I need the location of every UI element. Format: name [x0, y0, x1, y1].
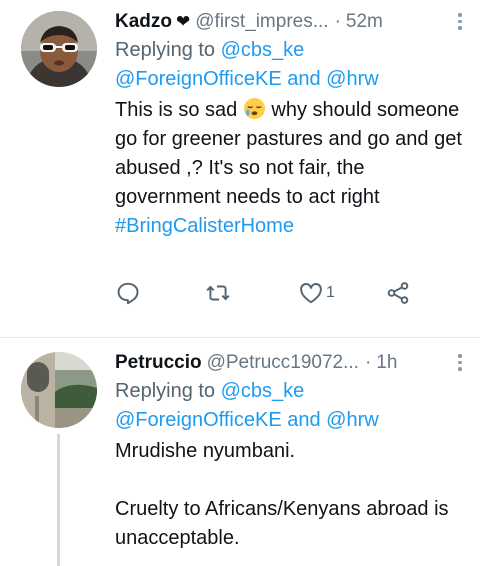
display-name[interactable]: Petruccio: [115, 352, 202, 374]
tweet-kadzo[interactable]: Kadzo ❤ @first_impres... · 52m Replying …: [0, 0, 480, 340]
mention-link[interactable]: @cbs_ke: [221, 39, 305, 61]
tweet-petruccio[interactable]: Petruccio @Petrucc19072... · 1h Replying…: [0, 338, 480, 566]
mention-link[interactable]: @ForeignOfficeKE: [115, 409, 282, 431]
reply-button[interactable]: [115, 280, 141, 306]
mention-link[interactable]: @hrw: [326, 409, 379, 431]
avatar[interactable]: [21, 11, 97, 87]
replying-to: Replying to @cbs_ke @ForeignOfficeKE and…: [115, 36, 468, 94]
black-heart-icon: ❤: [176, 12, 191, 31]
like-count: 1: [326, 284, 335, 301]
retweet-icon: [206, 285, 230, 301]
tweet-header: Kadzo ❤ @first_impres... · 52m: [115, 8, 468, 36]
mention-link[interactable]: @ForeignOfficeKE: [115, 68, 282, 90]
share-button[interactable]: [385, 280, 411, 306]
tweet-body: Petruccio @Petrucc19072... · 1h Replying…: [115, 349, 468, 553]
timestamp[interactable]: 1h: [376, 352, 397, 374]
mention-link[interactable]: @hrw: [326, 68, 379, 90]
and-text: and: [287, 68, 321, 90]
sleepy-face-emoji: [243, 97, 266, 120]
separator: ·: [334, 11, 341, 32]
tweet-header: Petruccio @Petrucc19072... · 1h: [115, 349, 468, 377]
replying-prefix: Replying to: [115, 39, 216, 61]
display-name[interactable]: Kadzo: [115, 11, 172, 33]
and-text: and: [287, 409, 321, 431]
tweet-text: This is so sad why should someone go for…: [115, 96, 468, 241]
tweet-body: Kadzo ❤ @first_impres... · 52m Replying …: [115, 8, 468, 241]
more-options-icon[interactable]: [454, 10, 466, 34]
reply-icon: [117, 282, 139, 305]
tweet-text-line: Cruelty to Africans/Kenyans abroad is un…: [115, 498, 449, 549]
tweet-text-part: This is so sad: [115, 99, 238, 121]
thread-line: [57, 434, 60, 566]
like-button[interactable]: 1: [298, 280, 335, 306]
share-icon: [387, 282, 409, 304]
replying-to: Replying to @cbs_ke @ForeignOfficeKE and…: [115, 377, 468, 435]
tweet-text-line: Mrudishe nyumbani.: [115, 440, 296, 462]
more-options-icon[interactable]: [454, 351, 466, 375]
tweet-text: Mrudishe nyumbani. Cruelty to Africans/K…: [115, 437, 468, 553]
avatar[interactable]: [21, 352, 97, 428]
mention-link[interactable]: @cbs_ke: [221, 380, 305, 402]
timestamp[interactable]: 52m: [346, 11, 383, 33]
hashtag-link[interactable]: #BringCalisterHome: [115, 215, 294, 237]
heart-outline-icon: [300, 283, 322, 304]
replying-prefix: Replying to: [115, 380, 216, 402]
username[interactable]: @first_impres...: [195, 11, 328, 33]
username[interactable]: @Petrucc19072...: [207, 352, 359, 374]
separator: ·: [364, 352, 372, 373]
retweet-button[interactable]: [205, 280, 231, 306]
